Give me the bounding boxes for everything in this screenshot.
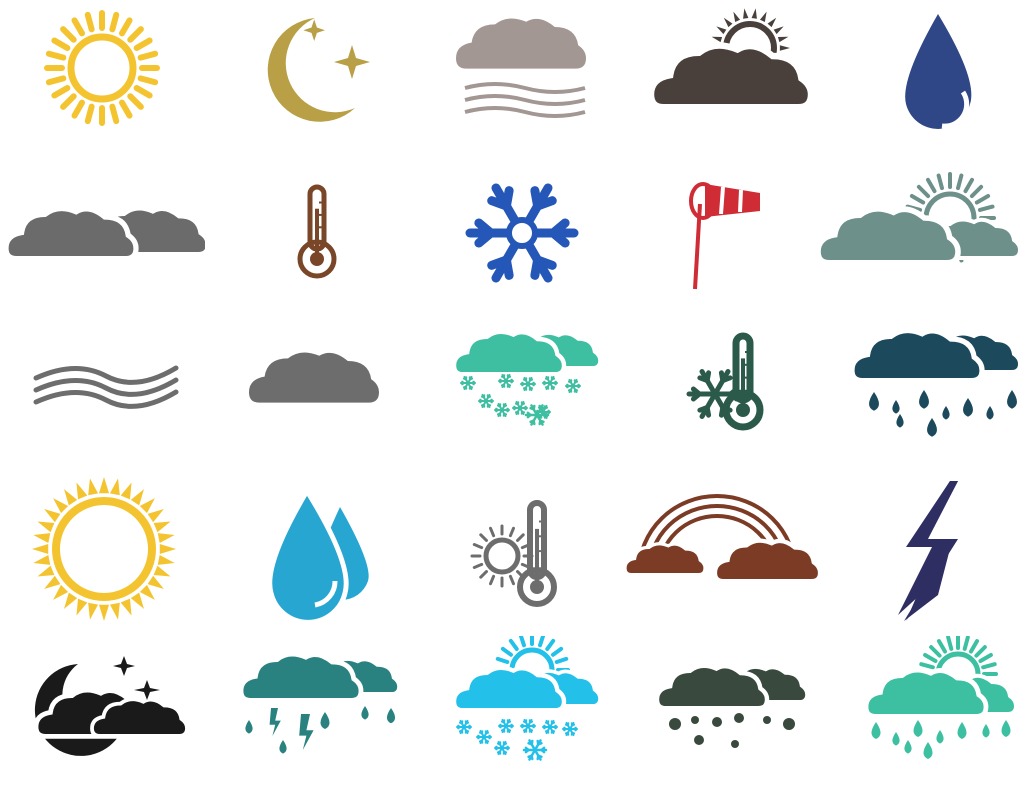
frost-thermometer-icon	[615, 318, 820, 477]
thunderstorm-rain-icon	[205, 636, 410, 795]
crescent-moon-stars-icon	[205, 0, 410, 159]
bright-sun-icon	[0, 477, 205, 636]
water-drops-icon	[205, 477, 410, 636]
night-cloud-moon-icon	[0, 636, 205, 795]
hail-clouds-icon	[615, 636, 820, 795]
thermometer-icon	[205, 159, 410, 318]
overcast-clouds-icon	[0, 159, 205, 318]
windsock-icon	[615, 159, 820, 318]
rainy-clouds-icon	[820, 318, 1024, 477]
cloud-sun-icon	[615, 0, 820, 159]
wind-waves-icon	[0, 318, 205, 477]
sun-thermometer-icon	[410, 477, 615, 636]
weather-icon-grid	[0, 0, 1024, 798]
lightning-bolt-icon	[820, 477, 1024, 636]
snowflake-icon	[410, 159, 615, 318]
water-drop-icon	[820, 0, 1024, 159]
partly-cloudy-icon	[820, 159, 1024, 318]
cloud-icon	[205, 318, 410, 477]
rainbow-clouds-icon	[615, 477, 820, 636]
sun-rain-clouds-icon	[820, 636, 1024, 795]
sun-icon	[0, 0, 205, 159]
snowy-clouds-icon	[410, 318, 615, 477]
sun-snow-clouds-icon	[410, 636, 615, 795]
fog-cloud-icon	[410, 0, 615, 159]
